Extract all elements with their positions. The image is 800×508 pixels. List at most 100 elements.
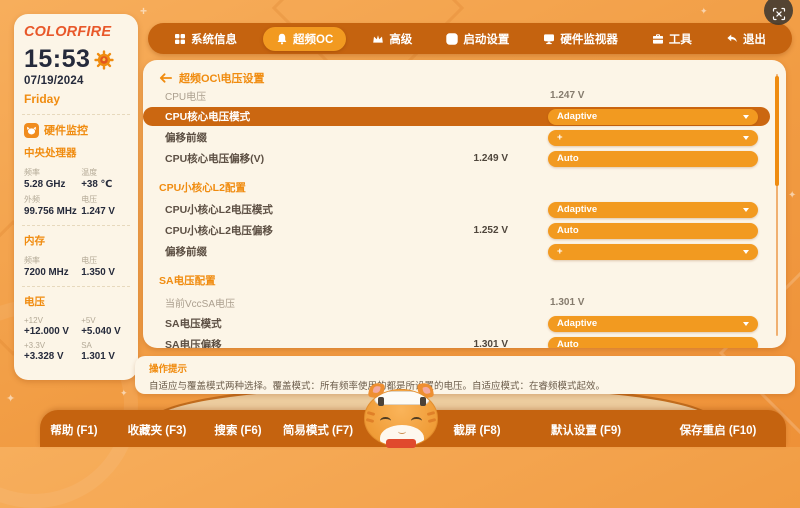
metric-value: 99.756 MHz xyxy=(24,206,81,217)
goggles-icon xyxy=(374,391,430,405)
metric-value: 1.301 V xyxy=(81,351,128,362)
sidebar-section-title: 电压 xyxy=(24,294,128,309)
settings-row: CPU电压1.247 V xyxy=(143,86,770,105)
hint-title: 操作提示 xyxy=(149,361,781,375)
screen-capture-button[interactable] xyxy=(764,0,793,25)
settings-row: CPU小核心L2电压偏移1.252 V Auto xyxy=(143,221,770,240)
metric-grid: +12V+5V+12.000 V+5.040 V+3.3VSA+3.328 V1… xyxy=(24,312,128,362)
toolbox-icon xyxy=(652,33,664,45)
value-input[interactable]: Auto xyxy=(548,337,758,349)
readonly-value: 1.301 V xyxy=(548,297,758,308)
sparkle-icon: ✦ xyxy=(788,190,796,201)
hint-text: 自适应与覆盖模式两种选择。覆盖模式：所有频率使用的都是所设置的电压。自适应模式：… xyxy=(149,378,781,392)
control-value: + xyxy=(557,246,563,257)
settings-row-value: 1.252 V xyxy=(408,225,508,236)
dropdown-select[interactable]: Adaptive xyxy=(548,109,758,125)
settings-row-label: 偏移前缀 xyxy=(165,244,408,259)
metric-label: 频率 xyxy=(24,255,81,266)
footer-button-screenshot[interactable]: 截屏 (F8) xyxy=(453,422,500,438)
clock-weekday: Friday xyxy=(24,92,128,106)
nav-bar: 系统信息 超频OC 高级 启动设置 硬件监视器 工具 退出 xyxy=(148,23,792,54)
control-value: Adaptive xyxy=(557,318,597,329)
dropdown-select[interactable]: + xyxy=(548,130,758,146)
grid-icon xyxy=(174,33,186,45)
nav-tab-label: 超频OC xyxy=(293,31,333,47)
back-arrow-icon[interactable] xyxy=(159,73,172,83)
metric-label: 外频 xyxy=(24,194,81,205)
settings-row-label: CPU核心电压模式 xyxy=(165,109,408,124)
clock-date: 07/19/2024 xyxy=(24,75,128,87)
settings-row-label: SA电压模式 xyxy=(165,316,408,331)
metric-label: SA xyxy=(81,341,128,350)
control-value: Auto xyxy=(557,225,579,236)
dropdown-select[interactable]: Adaptive xyxy=(548,316,758,332)
gear-flame-icon xyxy=(94,50,114,70)
nav-tab-label: 硬件监视器 xyxy=(560,31,618,47)
dropdown-select[interactable]: Adaptive xyxy=(548,202,758,218)
sparkle-icon: ✦ xyxy=(120,388,128,399)
control-value: + xyxy=(557,132,563,143)
control-value: Adaptive xyxy=(557,111,597,122)
footer-button-help[interactable]: 帮助 (F1) xyxy=(50,422,97,438)
metric-label: 电压 xyxy=(81,255,128,266)
nav-tab-label: 高级 xyxy=(389,31,412,47)
nav-tab-overclock[interactable]: 超频OC xyxy=(263,27,346,51)
chevron-down-icon xyxy=(743,208,749,212)
footer-button-search[interactable]: 搜索 (F6) xyxy=(214,422,261,438)
metric-label: 频率 xyxy=(24,167,81,178)
nav-tab-hw-monitor[interactable]: 硬件监视器 xyxy=(535,27,626,51)
value-input[interactable]: Auto xyxy=(548,151,758,167)
power-icon xyxy=(446,33,458,45)
readonly-value: 1.247 V xyxy=(548,90,758,101)
screen-capture-icon xyxy=(772,7,786,21)
settings-list: CPU电压1.247 V CPU核心电压模式 Adaptive 偏移前缀 + CPU核心电… xyxy=(143,86,786,348)
metric-value: 7200 MHz xyxy=(24,267,81,278)
value-input[interactable]: Auto xyxy=(548,223,758,239)
settings-row-value: 1.301 V xyxy=(408,339,508,348)
nav-tab-tools[interactable]: 工具 xyxy=(644,27,700,51)
cat-mascot xyxy=(362,382,440,447)
nav-tab-label: 工具 xyxy=(669,31,692,47)
nav-tab-system-info[interactable]: 系统信息 xyxy=(166,27,245,51)
chevron-down-icon xyxy=(743,250,749,254)
footer-button-easy-mode[interactable]: 简易模式 (F7) xyxy=(283,422,353,438)
metric-value: +38 ℃ xyxy=(81,179,128,190)
nav-tab-advanced[interactable]: 高级 xyxy=(364,27,420,51)
settings-row[interactable]: CPU核心电压模式 Adaptive xyxy=(143,107,770,126)
metric-value: 1.350 V xyxy=(81,267,128,278)
breadcrumb-label: 超频OC\电压设置 xyxy=(179,70,265,86)
settings-row: 当前VccSA电压 1.301 V xyxy=(143,293,770,312)
metric-grid: 频率温度5.28 GHz+38 ℃外频电压99.756 MHz1.247 V xyxy=(24,163,128,217)
nav-tab-exit[interactable]: 退出 xyxy=(718,27,774,51)
sparkle-icon: ✦ xyxy=(6,392,15,405)
sparkle-icon: ✦ xyxy=(700,6,708,17)
settings-row-label: 偏移前缀 xyxy=(165,130,408,145)
metric-label: 电压 xyxy=(81,194,128,205)
metric-label: +12V xyxy=(24,316,81,325)
metric-label: +5V xyxy=(81,316,128,325)
crown-icon xyxy=(372,33,384,45)
settings-row-label: 当前VccSA电压 xyxy=(165,295,408,310)
metric-value: +5.040 V xyxy=(81,326,128,337)
cat-face-icon xyxy=(24,123,39,138)
settings-row-label: CPU小核心L2电压模式 xyxy=(165,202,408,217)
sidebar-section-title: 中央处理器 xyxy=(24,145,128,160)
metric-value: 1.247 V xyxy=(81,206,128,217)
settings-row-label: CPU小核心L2电压偏移 xyxy=(165,223,408,238)
clock-time: 15:53 xyxy=(24,47,90,72)
scrollbar-thumb[interactable] xyxy=(775,76,779,186)
metric-value: +3.328 V xyxy=(24,351,81,362)
footer-button-defaults[interactable]: 默认设置 (F9) xyxy=(551,422,621,438)
footer-button-save-reboot[interactable]: 保存重启 (F10) xyxy=(680,422,757,438)
divider xyxy=(22,286,130,287)
metric-label: 温度 xyxy=(81,167,128,178)
dropdown-select[interactable]: + xyxy=(548,244,758,260)
nav-tab-boot[interactable]: 启动设置 xyxy=(438,27,517,51)
settings-row: CPU核心电压偏移(V)1.249 VAuto xyxy=(143,149,770,168)
divider xyxy=(22,225,130,226)
sparkle-icon: + xyxy=(140,4,147,18)
sidebar-sections: 中央处理器频率温度5.28 GHz+38 ℃外频电压99.756 MHz1.24… xyxy=(24,145,128,362)
footer-button-favorites[interactable]: 收藏夹 (F3) xyxy=(128,422,187,438)
divider xyxy=(22,114,130,115)
settings-row: CPU小核心L2电压模式 Adaptive xyxy=(143,200,770,219)
